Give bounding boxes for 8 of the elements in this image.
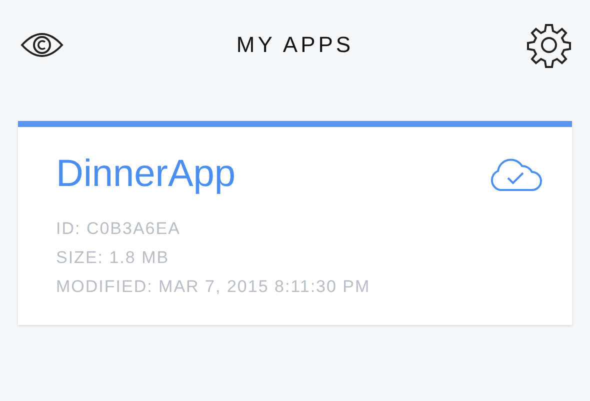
eye-icon[interactable]: [20, 31, 64, 59]
app-name: DinnerApp: [56, 153, 236, 196]
app-card[interactable]: DinnerApp ID: C0B3A6EA SIZE: 1.8 MB MODIFIED: MAR 7, 2015 8:11:30 PM: [18, 121, 572, 325]
app-detail: SIZE: 1.8 MB: [56, 247, 170, 268]
page-title: MY APPS: [236, 32, 354, 58]
settings-icon[interactable]: [526, 22, 572, 68]
app-detail: MODIFIED: MAR 7, 2015 8:11:30 PM: [56, 276, 372, 297]
app-detail: ID: C0B3A6EA: [56, 218, 182, 239]
